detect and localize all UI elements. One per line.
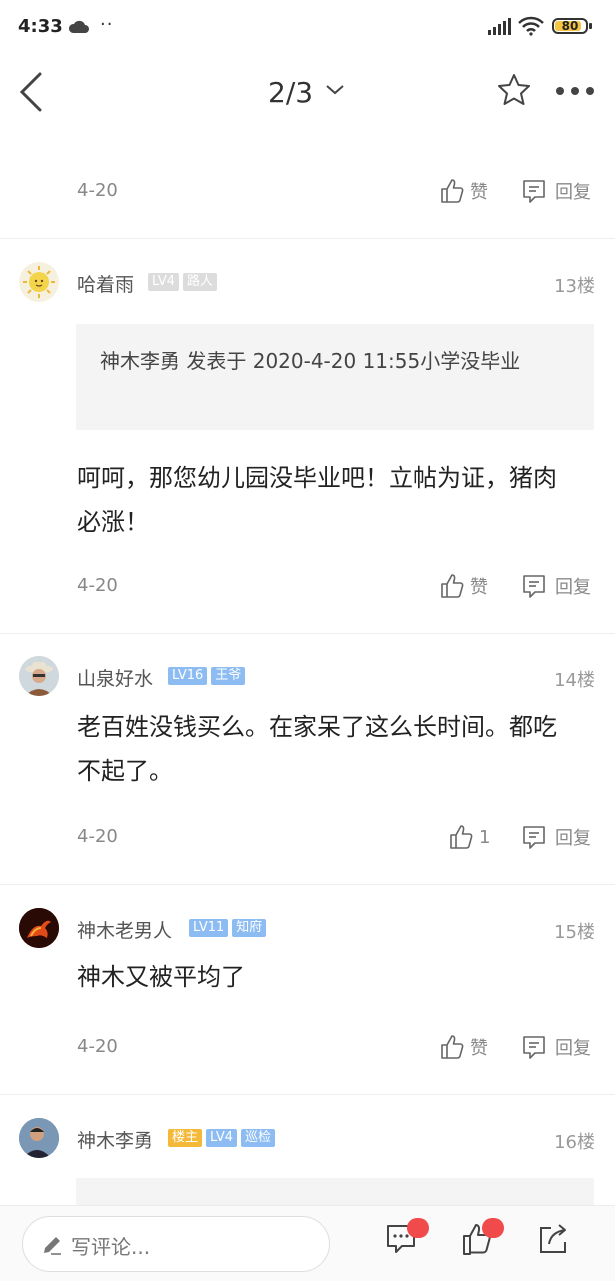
divider <box>0 633 615 634</box>
share-icon[interactable] <box>537 1222 569 1256</box>
like-button[interactable]: 赞 <box>440 1032 488 1062</box>
avatar[interactable] <box>19 656 59 696</box>
like-button[interactable]: 1 <box>449 822 490 852</box>
top-nav: 2/3 <box>0 56 615 132</box>
fire-horse-avatar-icon <box>19 908 59 948</box>
bottom-action-bar: 写评论... <box>0 1205 615 1281</box>
like-button[interactable]: 赞 <box>440 176 488 206</box>
user-badges: LV4 路人 <box>148 273 217 291</box>
level-badge: LV11 <box>189 919 229 937</box>
comment-icon <box>523 1036 545 1059</box>
like-label: 赞 <box>470 1038 488 1059</box>
favorite-star-icon[interactable] <box>496 72 532 108</box>
post-actions: 4-20 赞 回复 <box>0 571 615 601</box>
post-actions: 4-20 赞 回复 <box>0 1032 615 1062</box>
thumb-up-icon <box>441 1035 464 1059</box>
battery-indicator: 80 <box>552 18 588 34</box>
user-badges: 楼主 LV4 巡检 <box>168 1129 276 1147</box>
status-time: 4:33 <box>18 16 63 37</box>
post-date: 4-20 <box>77 180 118 201</box>
like-label: 赞 <box>470 577 488 598</box>
floor-number: 15楼 <box>554 922 595 943</box>
owner-badge: 楼主 <box>168 1129 203 1147</box>
comment-placeholder: 写评论... <box>71 1235 151 1259</box>
quoted-reply[interactable]: 神木李勇 发表于 2020-4-20 11:55小学没毕业 <box>76 324 594 430</box>
cloud-icon <box>68 20 89 33</box>
thumb-up-icon <box>450 825 473 849</box>
prev-post-actions: 4-20 赞 回复 <box>0 176 615 206</box>
signal-icon <box>488 18 511 35</box>
comment-icon <box>523 575 545 598</box>
likes-count-badge <box>482 1218 504 1238</box>
chevron-down-icon[interactable] <box>324 83 346 97</box>
post-header: 神木老男人 LV11 知府 15楼 <box>0 908 615 950</box>
username[interactable]: 神木李勇 <box>77 1126 153 1153</box>
post-body: 神木又被平均了 <box>77 963 245 991</box>
status-bar: 4:33 ·· 80 <box>0 0 615 56</box>
like-button[interactable]: 赞 <box>440 571 488 601</box>
notification-dots: ·· <box>100 14 114 35</box>
back-arrow-icon[interactable] <box>14 70 54 114</box>
comment-input[interactable]: 写评论... <box>22 1216 330 1272</box>
rank-badge: 巡检 <box>241 1129 276 1147</box>
reply-label: 回复 <box>555 182 591 203</box>
username[interactable]: 山泉好水 <box>77 664 153 691</box>
thumb-up-icon <box>441 574 464 598</box>
reply-button[interactable]: 回复 <box>521 176 591 206</box>
post-header: 哈着雨 LV4 路人 13楼 <box>0 262 615 304</box>
like-count: 1 <box>479 826 491 848</box>
post-date: 4-20 <box>77 1036 118 1057</box>
pencil-icon <box>44 1237 61 1255</box>
sun-avatar-icon <box>23 266 55 298</box>
username[interactable]: 哈着雨 <box>77 270 134 297</box>
divider <box>0 238 615 239</box>
more-options-icon[interactable] <box>555 86 595 96</box>
user-badges: LV16 王爷 <box>168 667 246 685</box>
username[interactable]: 神木老男人 <box>77 916 172 943</box>
person-photo-icon <box>19 656 59 696</box>
floor-number: 13楼 <box>554 276 595 297</box>
rank-badge: 知府 <box>232 919 267 937</box>
post-date: 4-20 <box>77 826 118 847</box>
page-indicator[interactable]: 2/3 <box>268 76 313 109</box>
battery-tip <box>589 23 592 29</box>
person-photo-icon <box>19 1118 59 1158</box>
user-badges: LV11 知府 <box>189 919 267 937</box>
reply-label: 回复 <box>555 828 591 849</box>
comments-count-badge <box>407 1218 429 1238</box>
level-badge: LV4 <box>206 1129 237 1147</box>
post-body: 老百姓没钱买么。在家呆了这么长时间。都吃不起了。 <box>77 713 557 785</box>
post-header: 山泉好水 LV16 王爷 14楼 <box>0 656 615 698</box>
reply-label: 回复 <box>555 577 591 598</box>
divider <box>0 1094 615 1095</box>
reply-button[interactable]: 回复 <box>521 822 591 852</box>
floor-number: 16楼 <box>554 1132 595 1153</box>
battery-level: 80 <box>561 19 579 33</box>
floor-number: 14楼 <box>554 670 595 691</box>
avatar[interactable] <box>19 262 59 302</box>
reply-label: 回复 <box>555 1038 591 1059</box>
avatar[interactable] <box>19 908 59 948</box>
post-actions: 4-20 1 回复 <box>0 822 615 852</box>
wifi-icon <box>518 16 544 36</box>
post-header: 神木李勇 楼主 LV4 巡检 16楼 <box>0 1118 615 1160</box>
rank-badge: 王爷 <box>211 667 246 685</box>
avatar[interactable] <box>19 1118 59 1158</box>
post-body: 呵呵，那您幼儿园没毕业吧！立帖为证，猪肉必涨！ <box>77 464 557 536</box>
divider <box>0 884 615 885</box>
reply-button[interactable]: 回复 <box>521 571 591 601</box>
level-badge: LV16 <box>168 667 208 685</box>
comment-icon <box>523 180 545 203</box>
like-label: 赞 <box>470 182 488 203</box>
comment-icon <box>523 826 545 849</box>
reply-button[interactable]: 回复 <box>521 1032 591 1062</box>
rank-badge: 路人 <box>182 273 217 291</box>
thumb-up-icon <box>441 179 464 203</box>
level-badge: LV4 <box>148 273 179 291</box>
post-date: 4-20 <box>77 575 118 596</box>
